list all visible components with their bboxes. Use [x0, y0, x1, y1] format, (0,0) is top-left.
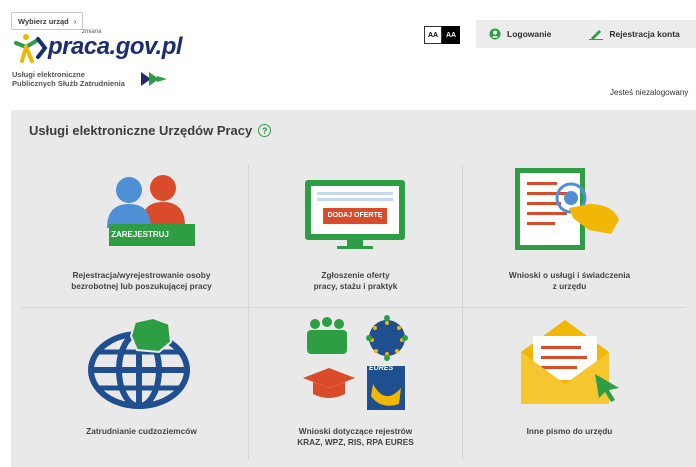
- services-title: Usługi elektroniczne Urzędów Pracy: [29, 123, 253, 138]
- tile-label-line1: Inne pismo do urzędu: [526, 426, 613, 436]
- tile-label-line1: Zatrudnianie cudzoziemców: [86, 426, 197, 436]
- tile-label: Wnioski dotyczące rejestrów KRAZ, WPZ, R…: [249, 426, 462, 448]
- tile-label-line1: Rejestracja/wyrejestrowanie osoby: [72, 270, 211, 280]
- tile-label: Inne pismo do urzędu: [463, 426, 676, 437]
- tile-job-offer[interactable]: DODAJ OFERTĘ Zgłoszenie oferty pracy, st…: [249, 162, 462, 302]
- tile-other-letter[interactable]: Inne pismo do urzędu: [463, 308, 676, 448]
- tile-registration[interactable]: ZAREJESTRUJ Rejestracja/wyrejestrowanie …: [35, 162, 248, 302]
- account-bar: Logowanie Rejestracja konta: [476, 20, 696, 48]
- choose-office-label: Wybierz urząd: [18, 16, 69, 26]
- tile-label-line2: bezrobotnej lub poszukującej pracy: [71, 281, 212, 291]
- contrast-high-button[interactable]: AA: [442, 26, 460, 44]
- tile-label-line1: Wnioski o usługi i świadczenia: [508, 270, 631, 280]
- user-icon: [489, 28, 501, 40]
- site-tagline: Usługi elektroniczne Publicznych Służb Z…: [12, 70, 125, 88]
- tagline-line1: Usługi elektroniczne: [12, 70, 85, 79]
- help-icon[interactable]: ?: [258, 124, 272, 137]
- choose-office-button[interactable]: Wybierz urząd ›: [11, 12, 84, 30]
- add-offer-badge: DODAJ OFERTĘ: [327, 212, 383, 219]
- tile-applications[interactable]: Wnioski o usługi i świadczenia z urzędu: [463, 162, 676, 302]
- tile-label-line2: z urzędu: [552, 281, 587, 291]
- tile-label-line1: Zgłoszenie oferty: [321, 270, 390, 280]
- chevron-right-icon: ›: [73, 16, 77, 26]
- site-logo[interactable]: zmiana praca.gov.pl: [12, 29, 183, 65]
- logo-text: praca.gov.pl: [48, 33, 183, 60]
- page-header: Wybierz urząd › zmiana praca.gov.pl Usłu…: [0, 0, 696, 108]
- tile-label: Wnioski o usługi i świadczenia z urzędu: [463, 270, 676, 292]
- login-link[interactable]: Logowanie: [489, 28, 551, 40]
- psz-logo-icon: [141, 72, 167, 86]
- tagline-line2: Publicznych Służb Zatrudnienia: [12, 79, 125, 88]
- tile-label: Zatrudnianie cudzoziemców: [35, 426, 248, 437]
- tile-label-line1: Wnioski dotyczące rejestrów: [298, 426, 413, 436]
- register-label: Rejestracja konta: [609, 29, 680, 39]
- contrast-normal-button[interactable]: AA: [424, 26, 442, 44]
- envelope-icon: [521, 320, 619, 404]
- document-touch-icon: [515, 168, 619, 250]
- user-status: Jesteś niezalogowany: [610, 88, 689, 97]
- registers-icon: [303, 315, 408, 410]
- tile-registers[interactable]: EURES Wnioski dotyczące rejestrów KRAZ, …: [249, 308, 462, 448]
- eures-badge: EURES: [369, 365, 394, 372]
- panel-title: Usługi elektroniczne Urzędów Pracy ?: [29, 123, 272, 138]
- tile-label-line2: pracy, stażu i praktyk: [313, 281, 398, 291]
- register-link[interactable]: Rejestracja konta: [589, 28, 680, 40]
- tile-label-line2: KRAZ, WPZ, RIS, RPA EURES: [297, 437, 414, 447]
- login-label: Logowanie: [507, 29, 552, 39]
- tile-foreigners[interactable]: Zatrudnianie cudzoziemców: [35, 308, 248, 448]
- tile-label: Zgłoszenie oferty pracy, stażu i praktyk: [249, 270, 462, 292]
- register-badge: ZAREJESTRUJ: [111, 230, 169, 239]
- logo-figure-icon: [14, 34, 48, 63]
- tile-label: Rejestracja/wyrejestrowanie osoby bezrob…: [35, 270, 248, 292]
- globe-icon: [88, 316, 190, 409]
- services-panel: Usługi elektroniczne Urzędów Pracy ? ZAR…: [11, 110, 696, 467]
- pencil-icon: [589, 30, 604, 40]
